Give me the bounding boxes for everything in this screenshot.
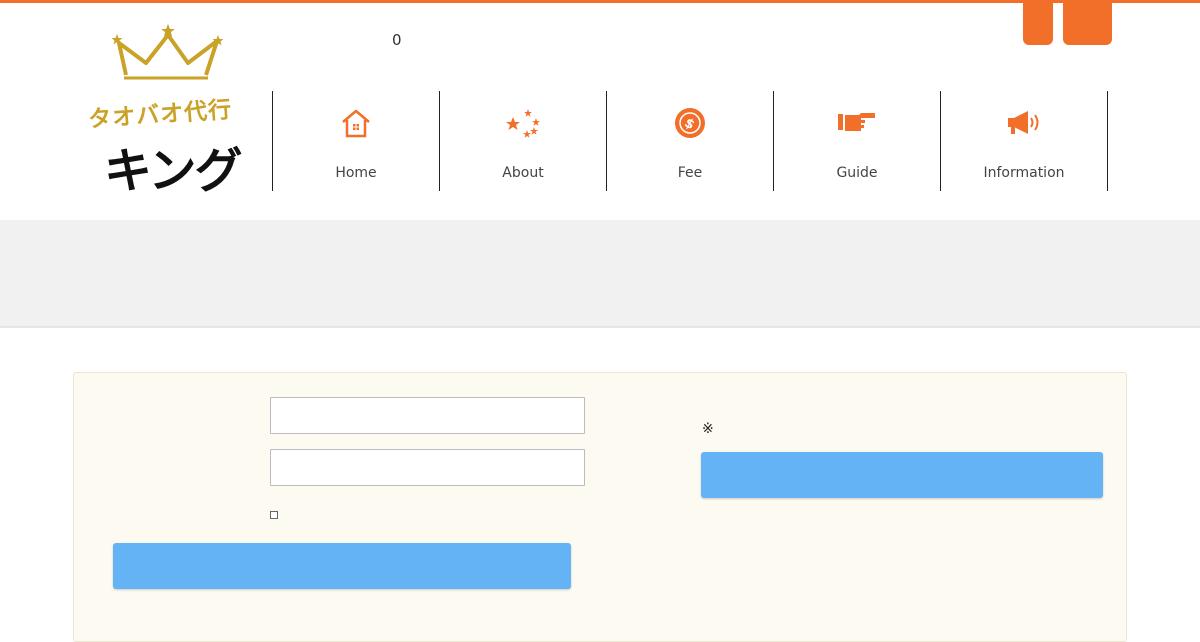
header-tab-button-2[interactable] <box>1063 3 1112 45</box>
nav-label-about: About <box>502 165 544 181</box>
register-button[interactable] <box>701 452 1103 498</box>
house-icon <box>336 105 376 141</box>
nav-label-guide: Guide <box>836 165 878 181</box>
megaphone-icon <box>1004 105 1044 141</box>
password-input[interactable] <box>270 449 585 486</box>
remember-me-checkbox[interactable] <box>270 511 278 519</box>
nav-item-home[interactable]: Home <box>273 91 440 191</box>
nav-label-information: Information <box>983 165 1065 181</box>
page-banner <box>0 220 1200 328</box>
stars-icon <box>503 105 543 141</box>
logo-name-text: キング <box>104 143 243 199</box>
register-note: ※ <box>702 421 714 437</box>
site-logo[interactable]: タオバオ代行 キング <box>84 23 244 199</box>
nav-item-guide[interactable]: Guide <box>774 91 941 191</box>
nav-label-home: Home <box>335 165 377 181</box>
crown-icon <box>111 24 224 80</box>
header-tab-button-1[interactable] <box>1023 3 1053 45</box>
login-button[interactable] <box>113 543 571 589</box>
nav-item-about[interactable]: About <box>440 91 607 191</box>
nav-item-information[interactable]: Information <box>941 91 1108 191</box>
nav-item-fee[interactable]: $ Fee <box>607 91 774 191</box>
main-nav: Home About $ Fee Guide Information <box>272 91 1108 191</box>
site-header: タオバオ代行 キング 0 Home About $ Fee Guide Info… <box>0 3 1200 220</box>
cart-count: 0 <box>392 31 402 49</box>
login-panel: ※ <box>73 372 1127 642</box>
nav-label-fee: Fee <box>677 165 703 181</box>
pointing-hand-icon <box>837 105 877 141</box>
coin-icon: $ <box>670 105 710 141</box>
username-input[interactable] <box>270 397 585 434</box>
logo-kana-text: タオバオ代行 <box>87 97 233 133</box>
